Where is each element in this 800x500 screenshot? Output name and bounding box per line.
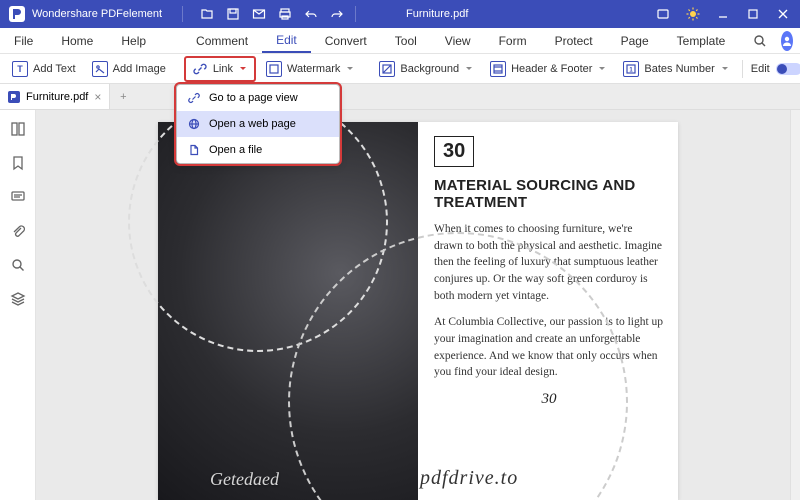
minimize-icon[interactable] [714,5,732,23]
menu-comment[interactable]: Comment [182,28,262,53]
link-button-group: Link [184,56,256,82]
link-menu-label: Open a file [209,144,262,156]
mail-icon[interactable] [251,6,267,22]
add-text-button[interactable]: T Add Text [6,58,82,80]
toolbar-divider [742,60,743,78]
title-filename: Furniture.pdf [406,8,468,20]
tab-close-icon[interactable]: × [94,90,101,104]
menu-home[interactable]: Home [47,28,107,53]
background-button[interactable]: Background [373,58,480,80]
title-separator-2 [355,6,356,22]
header-footer-icon [490,61,506,77]
app-name: Wondershare PDFelement [32,8,162,20]
image-icon [92,61,108,77]
watermark-button[interactable]: Watermark [260,58,361,80]
open-file-icon[interactable] [199,6,215,22]
cloud-icon[interactable] [654,5,672,23]
save-icon[interactable] [225,6,241,22]
tab-label: Furniture.pdf [26,91,88,103]
section-number: 30 [434,136,474,167]
background-label: Background [400,63,459,75]
link-menu-label: Go to a page view [209,92,298,104]
toolbar-right: Edit Read [740,60,800,78]
user-avatar[interactable] [781,31,793,51]
pdf-doc-icon [8,91,20,103]
header-footer-label: Header & Footer [511,63,592,75]
link-web-icon [187,117,201,131]
chevron-down-icon[interactable] [238,64,248,74]
link-page-icon [187,91,201,105]
menu-search-icon[interactable] [739,28,781,53]
new-tab-button[interactable]: + [110,84,136,109]
layers-icon[interactable] [9,290,27,308]
header-footer-button[interactable]: Header & Footer [484,58,613,80]
app-logo-icon [8,5,26,23]
watermark-icon [266,61,282,77]
attachments-icon[interactable] [9,222,27,240]
background-icon [379,61,395,77]
comments-icon[interactable] [9,188,27,206]
menu-help[interactable]: Help [107,28,160,53]
print-icon[interactable] [277,6,293,22]
bates-icon: 1 [623,61,639,77]
watermark-left: Getedaed [210,469,279,490]
title-separator [182,6,183,22]
menu-page[interactable]: Page [607,28,663,53]
left-side-panel [0,110,36,500]
mode-edit-label: Edit [751,63,770,75]
section-heading: MATERIAL SOURCING AND TREATMENT [434,177,664,211]
watermark-right: pdfdrive.to [420,467,518,490]
title-bar: Wondershare PDFelement Furniture.pdf [0,0,800,28]
edit-toolbar: T Add Text Add Image Link Watermark Back… [0,54,800,84]
link-dropdown-menu: Go to a page view Open a web page Open a… [176,84,340,164]
content-area: 30 MATERIAL SOURCING AND TREATMENT When … [0,110,800,500]
bookmarks-icon[interactable] [9,154,27,172]
add-text-label: Add Text [33,63,76,75]
add-image-button[interactable]: Add Image [86,58,172,80]
add-image-label: Add Image [113,63,166,75]
window-controls [654,5,800,23]
bates-label: Bates Number [644,63,714,75]
maximize-icon[interactable] [744,5,762,23]
menu-form[interactable]: Form [485,28,541,53]
link-menu-goto-page[interactable]: Go to a page view [177,85,339,111]
link-menu-label: Open a web page [209,118,296,130]
link-menu-open-web[interactable]: Open a web page [177,111,339,137]
pdf-page: 30 MATERIAL SOURCING AND TREATMENT When … [158,122,678,500]
document-tab[interactable]: Furniture.pdf × [0,84,110,109]
menu-convert[interactable]: Convert [311,28,381,53]
chevron-down-icon[interactable] [720,64,730,74]
watermark-label: Watermark [287,63,340,75]
quick-access-icons [199,6,345,22]
theme-icon[interactable] [684,5,702,23]
menu-protect[interactable]: Protect [541,28,607,53]
link-label: Link [213,63,233,75]
document-canvas[interactable]: 30 MATERIAL SOURCING AND TREATMENT When … [36,110,800,500]
menu-file[interactable]: File [0,28,47,53]
menu-bar: File Home Help Comment Edit Convert Tool… [0,28,800,54]
link-file-icon [187,143,201,157]
vertical-scrollbar[interactable] [790,110,800,500]
link-icon [192,61,208,77]
chevron-down-icon[interactable] [345,64,355,74]
close-icon[interactable] [774,5,792,23]
edit-read-toggle[interactable] [776,63,800,75]
search-panel-icon[interactable] [9,256,27,274]
chevron-down-icon[interactable] [464,64,474,74]
redo-icon[interactable] [329,6,345,22]
thumbnails-icon[interactable] [9,120,27,138]
menu-tool[interactable]: Tool [381,28,431,53]
chevron-down-icon[interactable] [597,64,607,74]
page-image-leather [158,122,418,500]
link-menu-open-file[interactable]: Open a file [177,137,339,163]
link-button[interactable]: Link [186,58,254,80]
document-tabstrip: Furniture.pdf × + [0,84,800,110]
text-icon: T [12,61,28,77]
bates-number-button[interactable]: 1 Bates Number [617,58,735,80]
menu-edit[interactable]: Edit [262,28,311,53]
menu-template[interactable]: Template [663,28,740,53]
undo-icon[interactable] [303,6,319,22]
menu-view[interactable]: View [431,28,485,53]
